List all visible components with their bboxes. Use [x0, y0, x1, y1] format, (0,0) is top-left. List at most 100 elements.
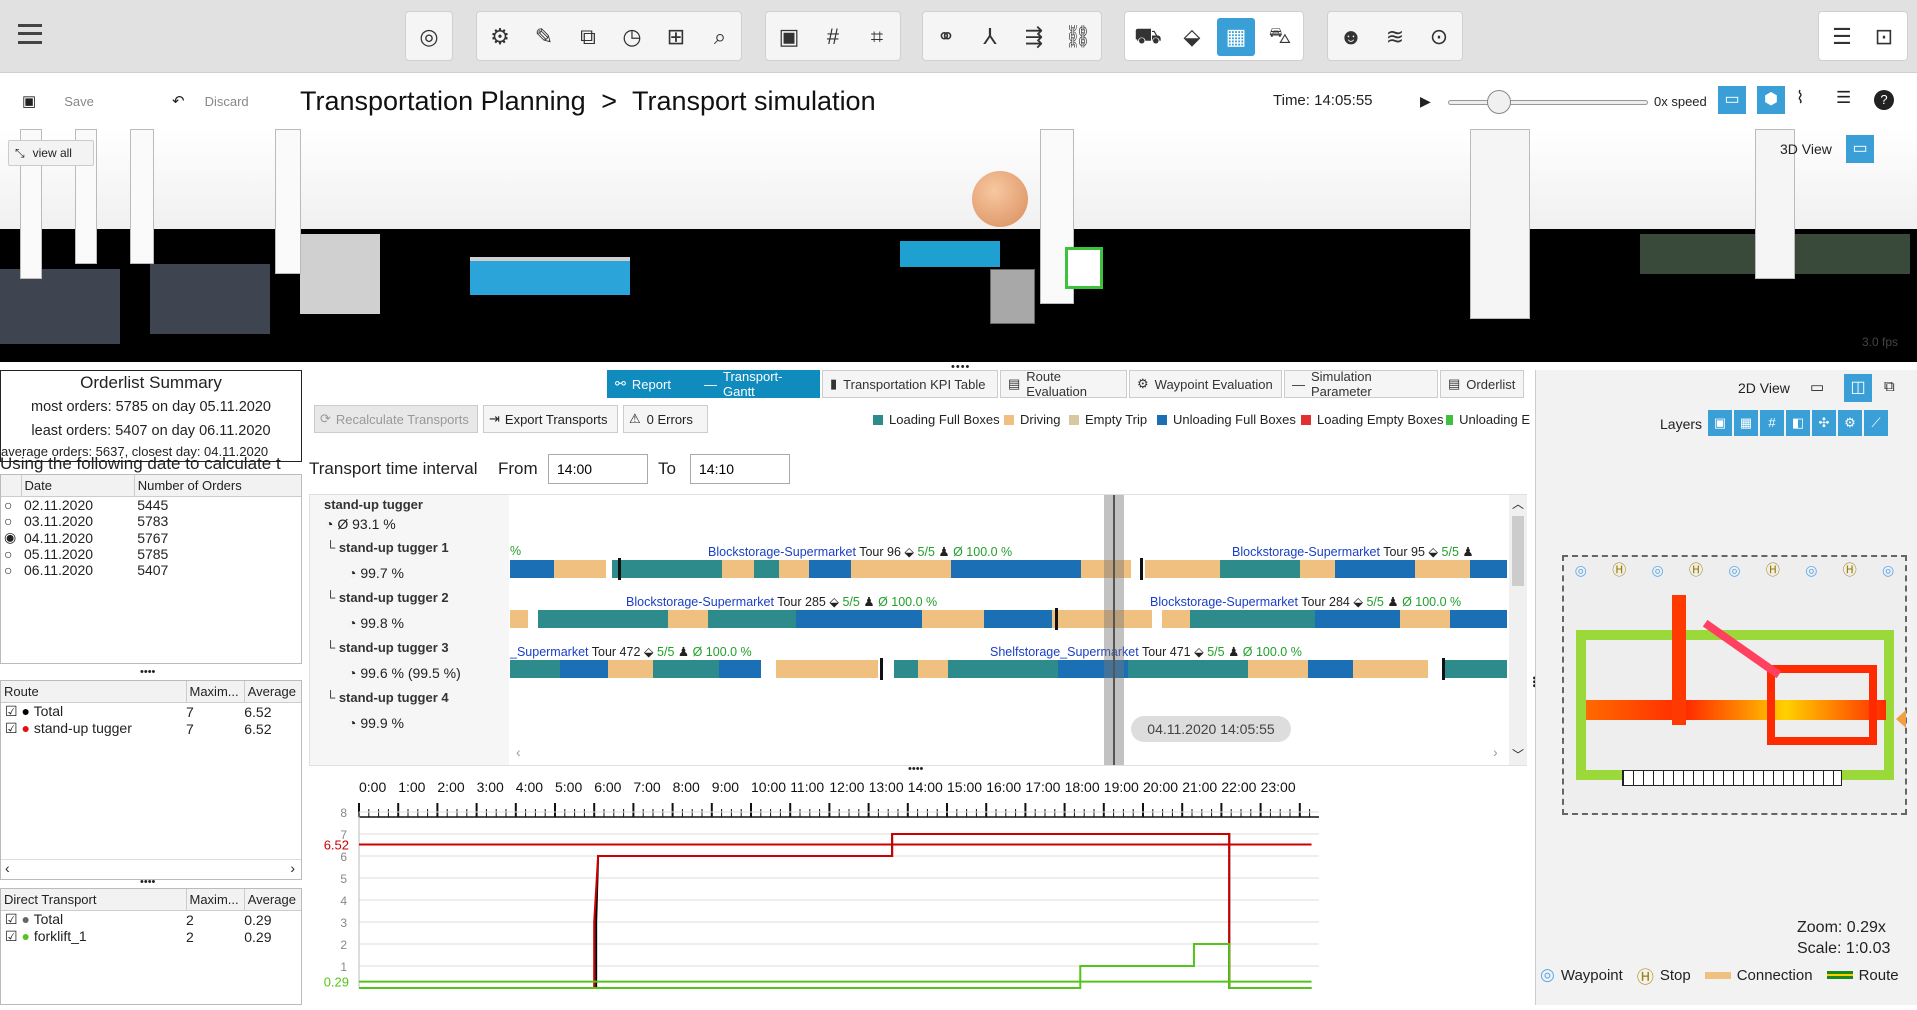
column-header-average[interactable]: Average [244, 889, 301, 911]
people-icon[interactable]: ☻ [1332, 18, 1370, 56]
stop-icon[interactable]: Ⓗ [1612, 560, 1626, 580]
chart-icon[interactable]: ⌇ [1796, 88, 1804, 108]
export-button[interactable]: ⇥ Export Transports [483, 405, 618, 433]
waypoint-icon[interactable]: ◎ [1805, 562, 1817, 579]
scroll-left-icon[interactable]: ‹ [516, 744, 521, 760]
tab-report[interactable]: ⚯ Report [607, 370, 696, 398]
column-header-max[interactable]: Maxim... [186, 889, 245, 911]
gantt-bar[interactable] [719, 660, 761, 678]
gantt-bar[interactable] [708, 610, 796, 628]
popout-icon[interactable]: ⧉ [1884, 378, 1895, 395]
corner-icon[interactable]: ⌗ [858, 18, 896, 56]
split-view-icon[interactable]: ◫ [1844, 374, 1872, 402]
scroll-down-icon[interactable]: ﹀ [1509, 746, 1527, 763]
3d-view-toggle-icon[interactable]: ▭ [1846, 135, 1874, 163]
checkbox[interactable]: ☑ [5, 911, 18, 927]
chain-icon[interactable]: ⛓ [1059, 18, 1097, 56]
stop-icon[interactable]: Ⓗ [1766, 560, 1780, 580]
gantt-bar[interactable] [1470, 560, 1507, 578]
frame-view-icon[interactable]: ▭ [1718, 86, 1746, 114]
gantt-bar[interactable] [984, 610, 1052, 628]
module-icon[interactable]: ⊡ [1865, 18, 1903, 56]
table-row[interactable]: ○ 05.11.2020 5785 [1, 546, 301, 562]
hamburger-menu-icon[interactable] [18, 24, 42, 44]
tab-simulation-parameter[interactable]: — Simulation Parameter [1284, 369, 1438, 399]
gantt-bar[interactable] [608, 660, 653, 678]
checkbox[interactable]: ☑ [5, 720, 18, 736]
gantt-bar[interactable] [510, 610, 528, 628]
gantt-timeline[interactable] [509, 495, 1509, 765]
grid-dots-icon[interactable]: ⊞ [657, 18, 695, 56]
layer-waypoint-icon[interactable]: ⚙ [1838, 410, 1862, 436]
checkbox[interactable]: ☑ [5, 928, 18, 944]
gantt-bar[interactable] [1450, 610, 1507, 628]
radio-button[interactable]: ○ [1, 497, 21, 513]
gantt-bar[interactable] [779, 560, 809, 578]
gantt-bar[interactable] [1052, 610, 1152, 628]
table-row[interactable]: ☑ ● Total 7 6.52 [1, 703, 301, 721]
to-input[interactable] [690, 454, 790, 484]
gantt-bar[interactable] [851, 560, 951, 578]
branch-icon[interactable]: ⅄ [971, 18, 1009, 56]
column-header-max[interactable]: Maxim... [186, 681, 245, 703]
gantt-bar[interactable] [510, 660, 560, 678]
from-input[interactable] [548, 454, 648, 484]
ruler-icon[interactable]: ✎ [525, 18, 563, 56]
list-icon[interactable]: ☰ [1836, 88, 1851, 108]
gantt-bar[interactable] [754, 560, 779, 578]
search-zoom-icon[interactable]: ⌕ [701, 18, 739, 56]
table-row[interactable]: ☑ ● stand-up tugger 7 6.52 [1, 720, 301, 737]
gantt-bar[interactable] [796, 610, 922, 628]
radio-button[interactable]: ○ [1, 546, 21, 562]
gantt-bar[interactable] [538, 610, 668, 628]
tour-label[interactable]: Blockstorage-Supermarket Tour 96 ⬙ 5/5 ♟… [708, 544, 1012, 559]
layer-route-icon[interactable]: ⟋ [1864, 410, 1888, 436]
tour-label[interactable]: Blockstorage-Supermarket Tour 95 ⬙ 5/5 ♟ [1232, 544, 1507, 559]
tour-label[interactable]: Shelfstorage_Supermarket Tour 471 ⬙ 5/5 … [990, 644, 1302, 659]
scroll-up-icon[interactable]: ︿ [1509, 495, 1527, 512]
collapse-panel-icon[interactable]: ▭ [1810, 378, 1824, 396]
layer-network-icon[interactable]: ✣ [1812, 410, 1836, 436]
layer-shade-icon[interactable]: ◧ [1786, 410, 1810, 436]
frame-icon[interactable]: ▣ [770, 18, 808, 56]
waypoint-icon[interactable]: ◎ [1575, 562, 1587, 579]
layers-icon[interactable]: ⧉ [569, 18, 607, 56]
tab-waypoint-evaluation[interactable]: ⚙ Waypoint Evaluation [1129, 370, 1282, 398]
stop-icon[interactable]: Ⓗ [1843, 560, 1857, 580]
grid-icon[interactable]: # [814, 18, 852, 56]
splitter-handle[interactable]: •••• [908, 763, 923, 775]
tab-route-evaluation[interactable]: ▤ Route Evaluation [1000, 369, 1127, 399]
column-header-direct[interactable]: Direct Transport [1, 889, 187, 911]
gantt-bar[interactable] [1353, 660, 1428, 678]
gantt-bar[interactable] [776, 660, 878, 678]
gantt-bar[interactable] [554, 560, 606, 578]
speed-slider-handle[interactable] [1487, 90, 1511, 114]
gantt-bar[interactable] [612, 560, 722, 578]
waypoint-icon[interactable]: ◎ [1652, 562, 1664, 579]
2d-map[interactable]: ◎ Ⓗ ◎ Ⓗ ◎ Ⓗ ◎ Ⓗ ◎ [1562, 555, 1907, 815]
table-row[interactable]: ○ 02.11.2020 5445 [1, 497, 301, 513]
gantt-bar[interactable] [1190, 610, 1315, 628]
play-icon[interactable]: ▶ [1420, 93, 1431, 110]
radio-button-selected[interactable]: ◉ [1, 529, 21, 546]
gantt-bar[interactable] [510, 560, 554, 578]
column-header-average[interactable]: Average [244, 681, 301, 703]
gantt-bar[interactable] [809, 560, 851, 578]
target-box-icon[interactable]: ⊙ [1420, 18, 1458, 56]
gantt-bar[interactable] [722, 560, 754, 578]
errors-button[interactable]: ⚠ 0 Errors [623, 405, 708, 433]
layer-grid-icon[interactable]: # [1760, 410, 1784, 436]
breadcrumb-parent[interactable]: Transportation Planning [300, 86, 586, 116]
tour-label[interactable]: Blockstorage-Supermarket Tour 285 ⬙ 5/5 … [626, 594, 937, 609]
table-icon[interactable]: ▦ [1217, 18, 1255, 56]
waypoint-icon[interactable]: ◎ [1728, 562, 1740, 579]
gantt-bar[interactable] [1128, 660, 1248, 678]
tour-label[interactable]: _Supermarket Tour 472 ⬙ 5/5 ♟ Ø 100.0 % [510, 644, 752, 659]
recalculate-button[interactable]: ⟳ Recalculate Transports [314, 405, 478, 433]
conveyor-icon[interactable]: ⛟ [1129, 18, 1167, 56]
gantt-bar[interactable] [1248, 660, 1308, 678]
scroll-right-icon[interactable]: › [290, 860, 295, 876]
tab-kpi-table[interactable]: ▮ Transportation KPI Table [822, 370, 998, 398]
layer-frame-icon[interactable]: ▣ [1708, 410, 1732, 436]
scroll-left-icon[interactable]: ‹ [5, 860, 10, 876]
